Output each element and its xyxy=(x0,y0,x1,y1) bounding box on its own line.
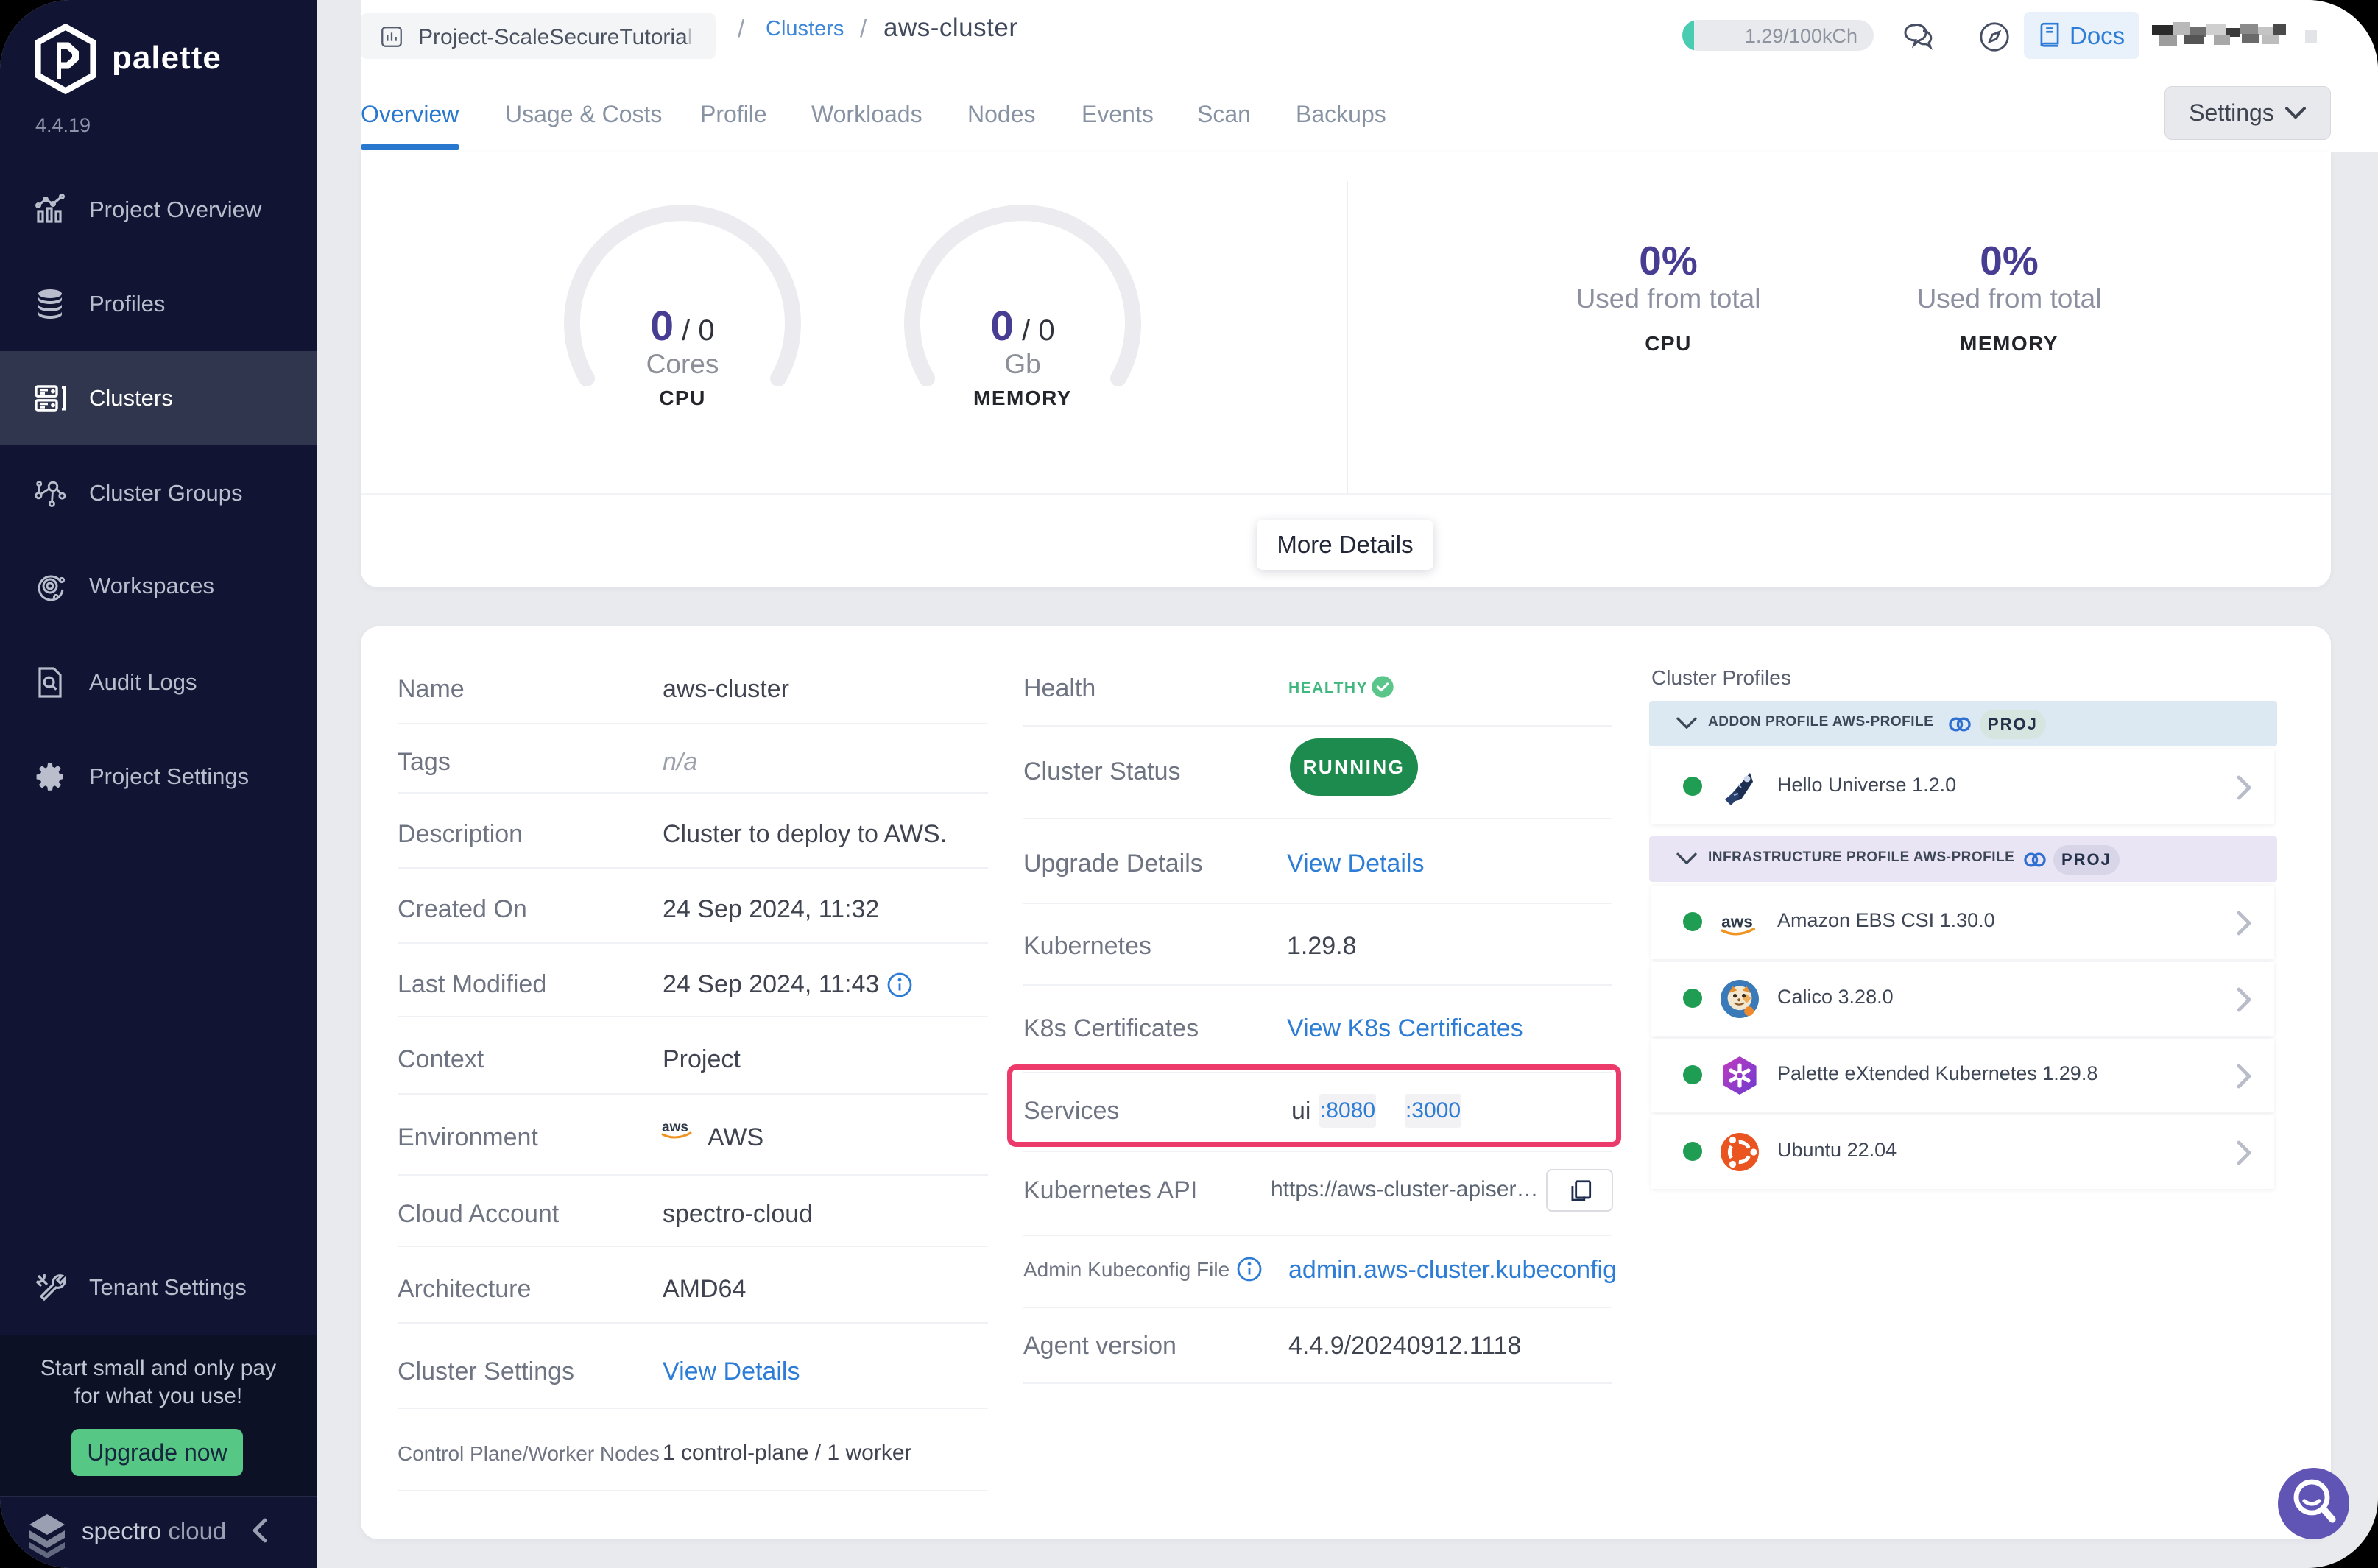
svg-text:aws: aws xyxy=(662,1120,688,1135)
svg-text:aws: aws xyxy=(1721,913,1753,931)
